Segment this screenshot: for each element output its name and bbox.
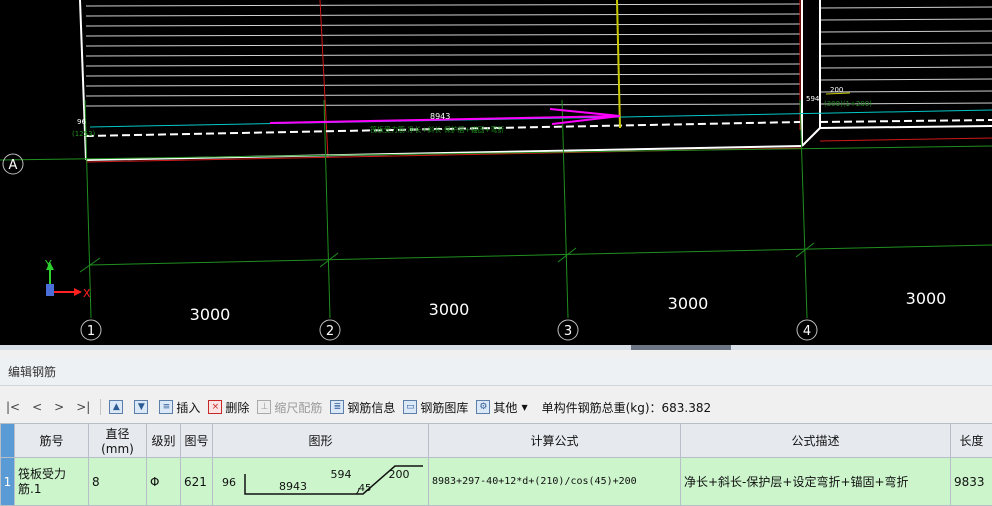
move-up-button[interactable]: ▲ bbox=[105, 396, 130, 418]
cell-description[interactable]: 净长+斜长-保护层+设定弯折+锚固+弯折 bbox=[681, 458, 951, 506]
move-down-icon: ▼ bbox=[134, 400, 148, 414]
last-record-button[interactable]: >| bbox=[70, 396, 96, 418]
dim-left-top: 96 bbox=[77, 118, 86, 126]
shape-middle-dim: 8943 bbox=[279, 480, 307, 493]
grid-number-2: 2 bbox=[326, 324, 334, 339]
move-up-icon: ▲ bbox=[109, 400, 123, 414]
cad-viewport[interactable]: 8943 筏板受力筋:净长+斜长-保护层+锚固+弯折 96 (1253) 594… bbox=[0, 0, 992, 345]
yellow-marker-line bbox=[617, 0, 620, 128]
scale-config-label: 缩尺配筋 bbox=[274, 399, 322, 416]
document-icon: ≣ bbox=[330, 400, 344, 414]
toolbar-separator bbox=[100, 399, 101, 415]
shape-angle-dim: 45 bbox=[359, 483, 372, 494]
dim-right-200: 200 bbox=[830, 86, 843, 94]
rebar-toolbar: |< < > >| ▲ ▼ ≡插入 ×删除 ⊥缩尺配筋 ≣钢筋信息 ▭钢筋图库 … bbox=[0, 394, 992, 420]
rebar-info-label: 钢筋信息 bbox=[347, 399, 395, 416]
grid-number-3: 3 bbox=[564, 324, 572, 339]
column-header-name[interactable]: 筋号 bbox=[15, 424, 89, 458]
span-label-4: 3000 bbox=[906, 289, 947, 308]
dim-right-594: 594 bbox=[806, 95, 820, 103]
chevron-down-icon: ▼ bbox=[521, 403, 527, 412]
dim-left-bottom: (1253) bbox=[72, 130, 96, 138]
prev-record-button[interactable]: < bbox=[26, 396, 48, 418]
insert-icon: ≡ bbox=[159, 400, 173, 414]
shape-right-dim: 200 bbox=[389, 468, 410, 481]
rebar-library-button[interactable]: ▭钢筋图库 bbox=[399, 396, 472, 418]
cad-drawing[interactable]: 8943 筏板受力筋:净长+斜长-保护层+锚固+弯折 96 (1253) 594… bbox=[0, 0, 992, 345]
library-icon: ▭ bbox=[403, 400, 417, 414]
cell-diameter[interactable]: 8 bbox=[89, 458, 147, 506]
ruler-icon: ⊥ bbox=[257, 400, 271, 414]
delete-button[interactable]: ×删除 bbox=[204, 396, 253, 418]
coord-y-label: Y bbox=[44, 258, 52, 271]
total-weight-label: 单构件钢筋总重(kg)：683.382 bbox=[538, 396, 716, 418]
table-header-row: 筋号 直径(mm) 级别 图号 图形 计算公式 公式描述 长度 bbox=[1, 424, 992, 458]
slab-hatch bbox=[86, 4, 992, 106]
axis-a-label: A bbox=[9, 158, 18, 173]
column-header-figure-no[interactable]: 图号 bbox=[181, 424, 213, 458]
dim-right-note: (300)(1+200) bbox=[824, 100, 872, 108]
delete-icon: × bbox=[208, 400, 222, 414]
span-label-1: 3000 bbox=[190, 305, 231, 324]
grid-number-4: 4 bbox=[803, 324, 811, 339]
shape-slope-dim: 594 bbox=[331, 468, 352, 481]
move-down-button[interactable]: ▼ bbox=[130, 396, 155, 418]
column-header-length[interactable]: 长度 bbox=[951, 424, 992, 458]
rebar-info-button[interactable]: ≣钢筋信息 bbox=[326, 396, 399, 418]
insert-label: 插入 bbox=[176, 399, 200, 416]
scale-config-button[interactable]: ⊥缩尺配筋 bbox=[253, 396, 326, 418]
cell-figure-no[interactable]: 621 bbox=[181, 458, 213, 506]
panel-title: 编辑钢筋 bbox=[0, 358, 992, 386]
other-menu-button[interactable]: ⚙其他 ▼ bbox=[472, 396, 531, 418]
span-label-3: 3000 bbox=[668, 294, 709, 313]
shape-left-dim: 96 bbox=[222, 476, 236, 489]
insert-button[interactable]: ≡插入 bbox=[155, 396, 204, 418]
column-header-diameter[interactable]: 直径(mm) bbox=[89, 424, 147, 458]
span-label-2: 3000 bbox=[429, 300, 470, 319]
rebar-shape-diagram: 96 8943 594 45 200 bbox=[213, 458, 427, 502]
other-label: 其他 bbox=[493, 399, 517, 416]
row-header-corner bbox=[1, 424, 15, 458]
cell-shape[interactable]: 96 8943 594 45 200 bbox=[213, 458, 429, 506]
edit-rebar-panel: 编辑钢筋 |< < > >| ▲ ▼ ≡插入 ×删除 ⊥缩尺配筋 ≣钢筋信息 ▭… bbox=[0, 350, 992, 495]
column-header-description[interactable]: 公式描述 bbox=[681, 424, 951, 458]
grid-number-1: 1 bbox=[87, 324, 95, 339]
column-header-shape[interactable]: 图形 bbox=[213, 424, 429, 458]
coord-x-label: X bbox=[83, 287, 91, 300]
dim-length-label: 8943 bbox=[430, 112, 450, 121]
column-header-formula[interactable]: 计算公式 bbox=[429, 424, 681, 458]
cell-formula[interactable]: 8983+297-40+12*d+(210)/cos(45)+200 bbox=[429, 458, 681, 506]
column-header-grade[interactable]: 级别 bbox=[147, 424, 181, 458]
table-row[interactable]: 1 筏板受力筋.1 8 Φ 621 96 8943 594 45 200 bbox=[1, 458, 992, 506]
rebar-library-label: 钢筋图库 bbox=[420, 399, 468, 416]
rebar-table: 筋号 直径(mm) 级别 图号 图形 计算公式 公式描述 长度 1 筏板受力筋.… bbox=[0, 423, 992, 506]
next-record-button[interactable]: > bbox=[48, 396, 70, 418]
cell-name[interactable]: 筏板受力筋.1 bbox=[15, 458, 89, 506]
gear-document-icon: ⚙ bbox=[476, 400, 490, 414]
delete-label: 删除 bbox=[225, 399, 249, 416]
first-record-button[interactable]: |< bbox=[0, 396, 26, 418]
row-index[interactable]: 1 bbox=[1, 458, 15, 506]
cell-length[interactable]: 9833 bbox=[951, 458, 992, 506]
bar-label: 筏板受力筋:净长+斜长-保护层+锚固+弯折 bbox=[370, 125, 504, 134]
cell-grade[interactable]: Φ bbox=[147, 458, 181, 506]
